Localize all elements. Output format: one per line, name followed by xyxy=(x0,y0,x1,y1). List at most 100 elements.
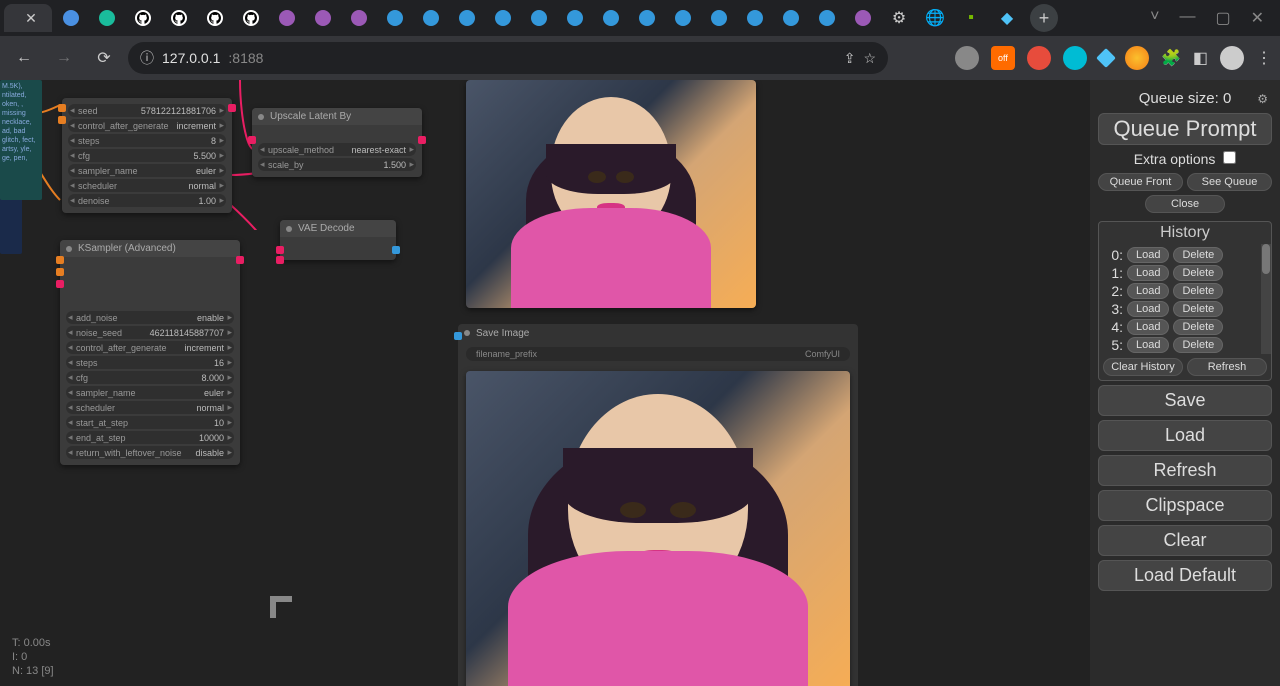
chevron-left-icon[interactable]: ◂ xyxy=(260,159,265,170)
chevron-left-icon[interactable]: ◂ xyxy=(70,135,75,146)
star-icon[interactable]: ☆ xyxy=(863,50,876,67)
refresh-button[interactable]: Refresh xyxy=(1098,455,1272,486)
tab[interactable] xyxy=(702,4,736,32)
profile-icon[interactable] xyxy=(1220,46,1244,70)
tab[interactable] xyxy=(306,4,340,32)
reload-button[interactable]: ⟳ xyxy=(88,42,120,74)
node-graph-canvas[interactable]: ling 9 oft, , RAW, d, urred et happy lph… xyxy=(0,80,1090,686)
tab[interactable]: ◆ xyxy=(990,4,1024,32)
tab[interactable] xyxy=(90,4,124,32)
node-widget[interactable]: ◂steps16▸ xyxy=(66,356,234,369)
queue-front-button[interactable]: Queue Front xyxy=(1098,173,1183,191)
tab-active[interactable]: ✕ xyxy=(4,4,52,32)
queue-prompt-button[interactable]: Queue Prompt xyxy=(1098,113,1272,145)
tab[interactable] xyxy=(846,4,880,32)
port-in[interactable] xyxy=(276,256,284,264)
chevron-left-icon[interactable]: ◂ xyxy=(68,372,73,383)
tab[interactable] xyxy=(450,4,484,32)
clear-history-button[interactable]: Clear History xyxy=(1103,358,1183,376)
port-out[interactable] xyxy=(236,256,244,264)
vae-decode-node[interactable]: VAE Decode xyxy=(280,220,396,260)
tab[interactable] xyxy=(162,4,196,32)
save-button[interactable]: Save xyxy=(1098,385,1272,416)
node-widget[interactable]: ◂cfg8.000▸ xyxy=(66,371,234,384)
tab[interactable] xyxy=(414,4,448,32)
node-widget[interactable]: ◂return_with_leftover_noisedisable▸ xyxy=(66,446,234,459)
scrollbar[interactable] xyxy=(1261,244,1271,354)
node-widget[interactable]: ◂sampler_nameeuler▸ xyxy=(66,386,234,399)
tab[interactable] xyxy=(270,4,304,32)
refresh-history-button[interactable]: Refresh xyxy=(1187,358,1267,376)
tab[interactable] xyxy=(810,4,844,32)
port-in[interactable] xyxy=(248,136,256,144)
chevron-down-icon[interactable]: ˅ xyxy=(1150,8,1159,28)
chevron-left-icon[interactable]: ◂ xyxy=(70,165,75,176)
history-delete-button[interactable]: Delete xyxy=(1173,301,1223,317)
extension-icon[interactable] xyxy=(955,46,979,70)
chevron-right-icon[interactable]: ▸ xyxy=(219,180,224,191)
history-load-button[interactable]: Load xyxy=(1127,283,1169,299)
extra-options-checkbox[interactable] xyxy=(1223,151,1236,164)
gear-icon[interactable]: ⚙ xyxy=(1257,92,1268,106)
node-widget[interactable]: ◂end_at_step10000▸ xyxy=(66,431,234,444)
chevron-right-icon[interactable]: ▸ xyxy=(409,159,414,170)
tab[interactable]: 🌐 xyxy=(918,4,952,32)
chevron-right-icon[interactable]: ▸ xyxy=(227,357,232,368)
history-load-button[interactable]: Load xyxy=(1127,337,1169,353)
chevron-right-icon[interactable]: ▸ xyxy=(227,387,232,398)
history-delete-button[interactable]: Delete xyxy=(1173,247,1223,263)
node-widget[interactable]: ◂scale_by1.500▸ xyxy=(258,158,416,171)
node-widget[interactable]: ◂sampler_nameeuler▸ xyxy=(68,164,226,177)
tab[interactable] xyxy=(594,4,628,32)
save-image-node[interactable]: Save Image filename_prefix ComfyUI xyxy=(458,324,858,686)
chevron-left-icon[interactable]: ◂ xyxy=(68,312,73,323)
chevron-left-icon[interactable]: ◂ xyxy=(68,432,73,443)
extension-icon[interactable] xyxy=(1063,46,1087,70)
tab[interactable] xyxy=(126,4,160,32)
extension-icon[interactable] xyxy=(1125,46,1149,70)
chevron-left-icon[interactable]: ◂ xyxy=(68,342,73,353)
chevron-left-icon[interactable]: ◂ xyxy=(68,447,73,458)
info-icon[interactable]: ⓘ xyxy=(140,48,154,68)
forward-button[interactable]: → xyxy=(48,42,80,74)
chevron-right-icon[interactable]: ▸ xyxy=(227,432,232,443)
node-widget[interactable]: ◂control_after_generateincrement▸ xyxy=(68,119,226,132)
preview-image[interactable] xyxy=(466,80,756,308)
node-widget[interactable]: ◂start_at_step10▸ xyxy=(66,416,234,429)
port-out[interactable] xyxy=(228,104,236,112)
ksampler-node[interactable]: ◂seed578122121881706▸ ◂control_after_gene… xyxy=(62,98,232,213)
history-delete-button[interactable]: Delete xyxy=(1173,283,1223,299)
node-widget[interactable]: ◂schedulernormal▸ xyxy=(68,179,226,192)
tab[interactable] xyxy=(774,4,808,32)
port-in[interactable] xyxy=(56,268,64,276)
back-button[interactable]: ← xyxy=(8,42,40,74)
chevron-right-icon[interactable]: ▸ xyxy=(219,120,224,131)
share-icon[interactable]: ⇪ xyxy=(844,50,856,67)
tab[interactable] xyxy=(558,4,592,32)
extension-icon[interactable]: off xyxy=(991,46,1015,70)
tab[interactable] xyxy=(522,4,556,32)
history-list[interactable]: 0:LoadDelete1:LoadDelete2:LoadDelete3:Lo… xyxy=(1099,244,1271,354)
tab[interactable] xyxy=(486,4,520,32)
node-widget[interactable]: ◂seed578122121881706▸ xyxy=(68,104,226,117)
menu-icon[interactable]: ⋮ xyxy=(1256,48,1272,68)
sidepanel-icon[interactable]: ◧ xyxy=(1193,48,1208,68)
node-widget[interactable]: ◂cfg5.500▸ xyxy=(68,149,226,162)
tab[interactable] xyxy=(198,4,232,32)
node-widget[interactable]: ◂steps8▸ xyxy=(68,134,226,147)
port-in[interactable] xyxy=(58,104,66,112)
load-default-button[interactable]: Load Default xyxy=(1098,560,1272,591)
chevron-right-icon[interactable]: ▸ xyxy=(227,417,232,428)
chevron-right-icon[interactable]: ▸ xyxy=(219,195,224,206)
text-node[interactable]: M.5K), ntilated, oken, , missing necklac… xyxy=(0,80,42,200)
tab[interactable] xyxy=(630,4,664,32)
ksampler-advanced-node[interactable]: KSampler (Advanced) ◂add_noiseenable▸◂no… xyxy=(60,240,240,465)
output-image[interactable] xyxy=(466,371,850,686)
node-widget[interactable]: ◂upscale_methodnearest-exact▸ xyxy=(258,143,416,156)
port-out[interactable] xyxy=(418,136,426,144)
port-in[interactable] xyxy=(56,256,64,264)
history-load-button[interactable]: Load xyxy=(1127,247,1169,263)
node-widget[interactable]: ◂schedulernormal▸ xyxy=(66,401,234,414)
chevron-right-icon[interactable]: ▸ xyxy=(227,447,232,458)
chevron-right-icon[interactable]: ▸ xyxy=(227,327,232,338)
